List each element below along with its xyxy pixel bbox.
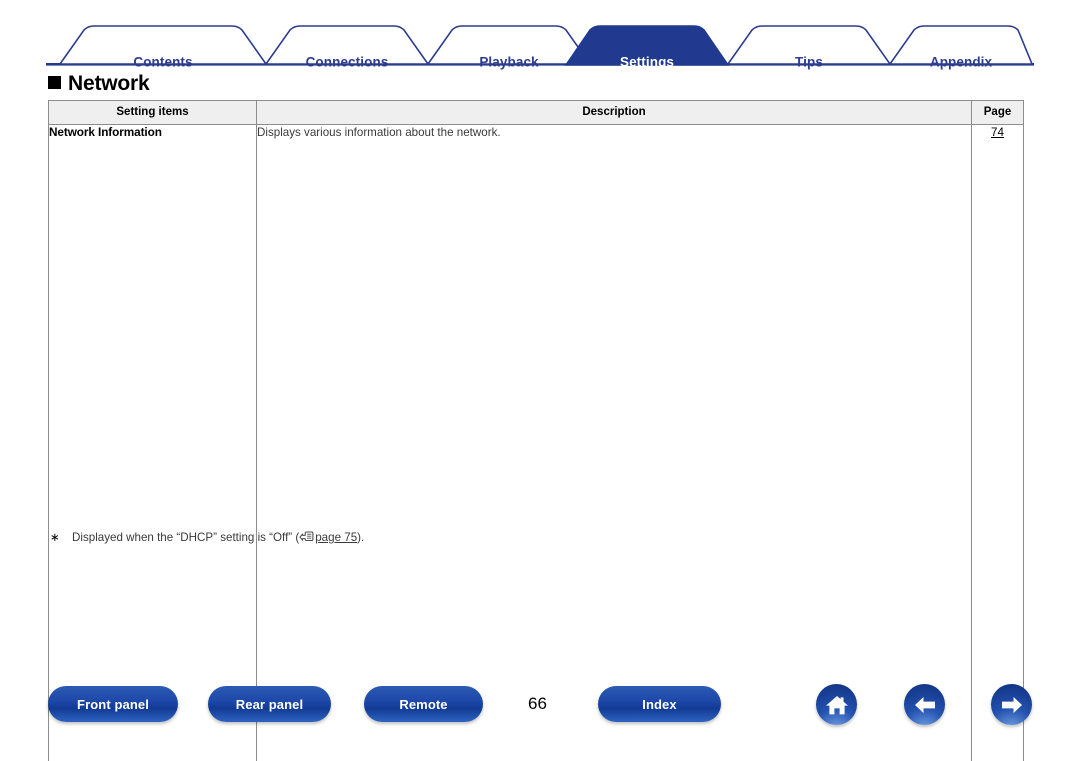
manual-page: Contents Connections Playback Settings T… [0,0,1080,761]
page-title: Network [48,72,150,96]
arrow-left-icon [912,694,938,716]
home-icon [824,693,850,717]
tab-settings[interactable]: Settings [566,55,728,70]
table-body: Network Information Displays various info… [48,124,1024,761]
footnote-text-after: ). [357,531,365,544]
header-description: Description [256,100,972,125]
home-button[interactable] [816,684,857,725]
back-button[interactable] [904,684,945,725]
row-setting-item: Network Information [48,124,257,761]
footer-nav: Front panel Rear panel Remote 66 Index [0,684,1080,740]
tab-appendix[interactable]: Appendix [890,55,1032,70]
remote-button[interactable]: Remote [364,686,483,722]
page-title-text: Network [68,72,150,95]
index-button[interactable]: Index [598,686,721,722]
header-setting-items: Setting items [48,100,257,125]
black-square-icon [48,76,61,89]
tab-contents[interactable]: Contents [60,55,266,70]
page-link-icon [299,531,314,542]
settings-table: Setting items Description Page Network I… [48,100,1024,761]
page-number-text[interactable]: 74 [991,126,1004,139]
table-row: Network Information Displays various info… [48,124,1024,761]
page-number: 66 [528,694,547,713]
tab-bar: Contents Connections Playback Settings T… [46,24,1034,70]
tab-tips[interactable]: Tips [728,55,890,70]
forward-button[interactable] [991,684,1032,725]
footnote-mark: ∗ [50,531,60,544]
tab-connections[interactable]: Connections [266,55,428,70]
arrow-right-icon [999,694,1025,716]
rear-panel-button[interactable]: Rear panel [208,686,331,722]
footnote-text-before: Displayed when the “DHCP” setting is “Of… [72,531,300,544]
row-page-link[interactable]: 74 [971,124,1024,761]
table-header-row: Setting items Description Page [48,100,1024,125]
footnote-page-link[interactable]: page 75 [315,531,357,544]
footnote: ∗ Displayed when the “DHCP” setting is “O… [50,530,364,544]
front-panel-button[interactable]: Front panel [48,686,178,722]
settings-table-container: Setting items Description Page Network I… [48,100,1024,761]
header-page: Page [971,100,1024,125]
row-description: Displays various information about the n… [256,124,972,761]
